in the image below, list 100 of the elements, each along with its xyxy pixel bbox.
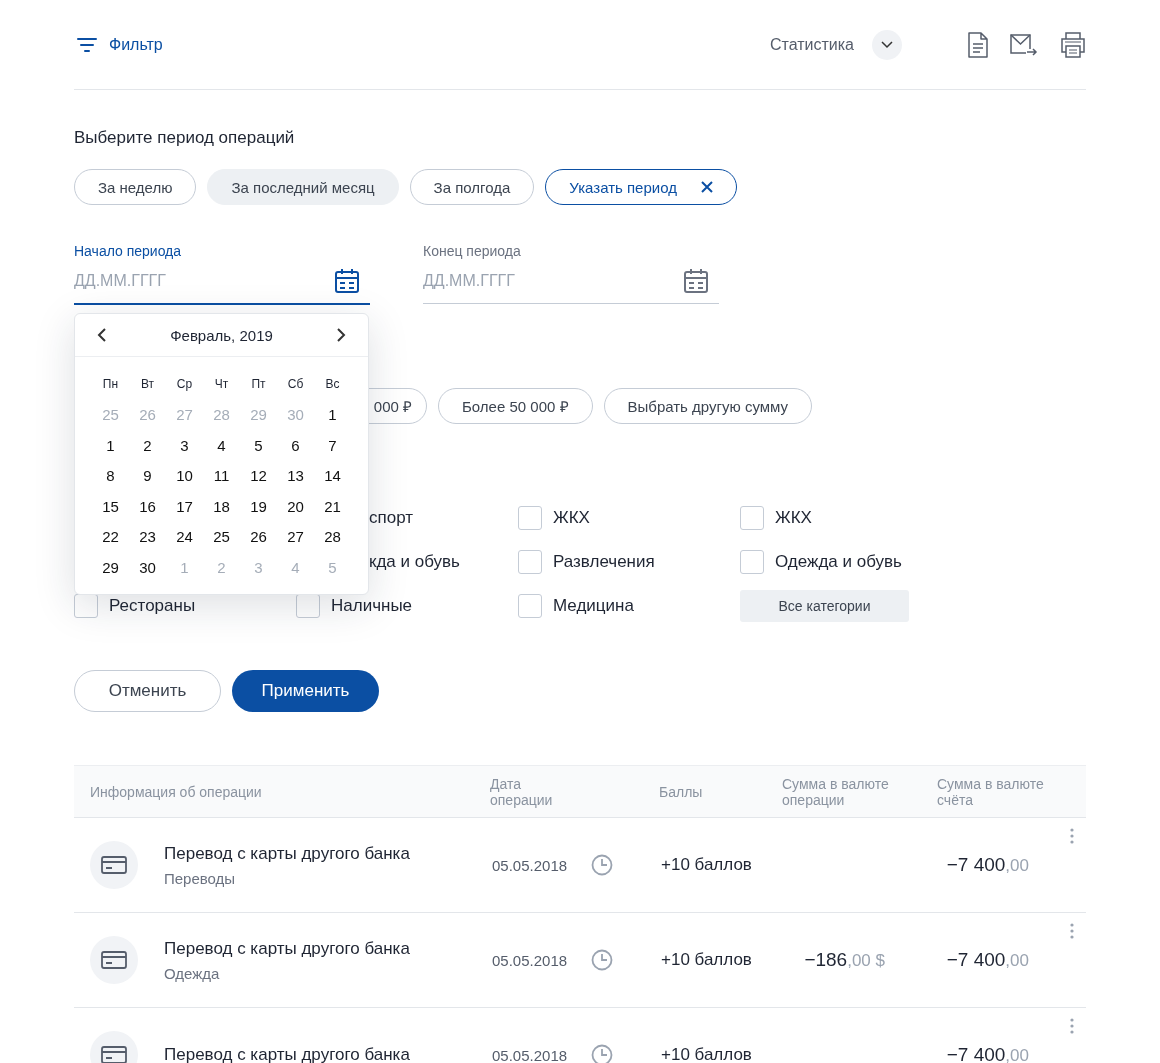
- calendar-day[interactable]: 3: [166, 436, 203, 454]
- amount-chip[interactable]: Более 50 000 ₽: [438, 388, 593, 424]
- points-value: +10 баллов: [660, 950, 753, 970]
- operation-amount: −186,00 $: [804, 949, 885, 971]
- calendar-day[interactable]: 27: [277, 528, 314, 546]
- calendar-day[interactable]: 18: [203, 497, 240, 515]
- calendar-day[interactable]: 9: [129, 467, 166, 485]
- card-icon: [90, 936, 138, 984]
- category-checkbox[interactable]: Развлечения: [518, 540, 740, 584]
- weekday-label: Сб: [286, 377, 305, 392]
- document-icon[interactable]: [968, 31, 988, 58]
- calendar-day[interactable]: 1: [314, 406, 351, 424]
- previous-icon[interactable]: [97, 328, 107, 342]
- calendar-icon[interactable]: [334, 268, 360, 294]
- calendar-day[interactable]: 11: [203, 467, 240, 485]
- account-amount: −7 400,00: [946, 854, 1029, 876]
- operation-date: 05.05.2018: [492, 856, 568, 874]
- column-header: Сумма в валюте счёта: [937, 775, 1045, 808]
- category-checkbox[interactable]: Медицина: [518, 584, 740, 628]
- calendar-day[interactable]: 20: [277, 497, 314, 515]
- points-value: +10 баллов: [660, 855, 753, 875]
- calendar-icon[interactable]: [683, 268, 709, 294]
- operation-date: 05.05.2018: [492, 1046, 568, 1063]
- month-title: Февраль, 2019: [170, 326, 273, 344]
- calendar-day[interactable]: 29: [92, 558, 129, 576]
- points-value: +10 баллов: [660, 1045, 753, 1063]
- calendar-day[interactable]: 28: [314, 528, 351, 546]
- calendar-day[interactable]: 10: [166, 467, 203, 485]
- amount-chip[interactable]: Выбрать другую сумму: [603, 388, 813, 424]
- calendar-day[interactable]: 2: [129, 436, 166, 454]
- calendar-day[interactable]: 21: [314, 497, 351, 515]
- operation-title: Перевод с карты другого банка: [164, 938, 410, 959]
- period-chip[interactable]: За неделю: [74, 169, 197, 205]
- operation-category: Одежда: [164, 964, 221, 982]
- weekday-label: Вс: [324, 377, 341, 392]
- category-label: кда и обувь: [369, 552, 460, 572]
- calendar-day[interactable]: 1: [92, 436, 129, 454]
- clock-icon: [591, 1044, 614, 1063]
- checkbox[interactable]: [518, 550, 542, 574]
- card-icon: [90, 841, 138, 889]
- period-chip[interactable]: Указать период: [545, 169, 737, 205]
- category-checkbox[interactable]: ЖКХ: [518, 496, 740, 540]
- calendar-day[interactable]: 25: [203, 528, 240, 546]
- section-title: Выберите период операций: [74, 128, 296, 148]
- calendar-day[interactable]: 13: [277, 467, 314, 485]
- calendar-day[interactable]: 7: [314, 436, 351, 454]
- filter-icon: [77, 37, 97, 52]
- cancel-button[interactable]: Отменить: [74, 670, 221, 712]
- calendar-day[interactable]: 22: [92, 528, 129, 546]
- calendar-day[interactable]: 12: [240, 467, 277, 485]
- column-header: Баллы: [659, 783, 703, 800]
- calendar-day[interactable]: 30: [129, 558, 166, 576]
- checkbox[interactable]: [518, 506, 542, 530]
- checkbox[interactable]: [518, 594, 542, 618]
- more-icon[interactable]: [1069, 923, 1074, 939]
- period-chip[interactable]: За полгода: [409, 169, 535, 205]
- more-icon[interactable]: [1069, 1018, 1074, 1034]
- field-label: Конец периода: [423, 243, 522, 259]
- checkbox[interactable]: [740, 506, 764, 530]
- calendar-day[interactable]: 14: [314, 467, 351, 485]
- printer-icon[interactable]: [1060, 31, 1086, 58]
- calendar-day[interactable]: 6: [277, 436, 314, 454]
- dropdown-button[interactable]: [872, 29, 902, 60]
- account-amount: −7 400,00: [946, 949, 1029, 971]
- calendar-day[interactable]: 17: [166, 497, 203, 515]
- calendar-day[interactable]: 4: [203, 436, 240, 454]
- weekday-label: Пн: [101, 377, 120, 392]
- apply-button[interactable]: Применить: [232, 670, 379, 712]
- calendar-day[interactable]: 15: [92, 497, 129, 515]
- weekday-label: Ср: [175, 377, 194, 392]
- more-icon[interactable]: [1069, 828, 1074, 844]
- weekday-label: Чт: [213, 377, 230, 392]
- category-checkbox[interactable]: ЖКХ: [740, 496, 962, 540]
- mail-send-icon[interactable]: [1010, 33, 1038, 56]
- period-chip[interactable]: За последний месяц: [207, 169, 399, 205]
- filter-button[interactable]: Фильтр: [74, 35, 163, 54]
- category-checkbox[interactable]: Одежда и обувь: [740, 540, 962, 584]
- calendar-day[interactable]: 16: [129, 497, 166, 515]
- field-label: Начало периода: [74, 243, 183, 259]
- operation-category: Переводы: [164, 869, 237, 887]
- operation-date: 05.05.2018: [492, 951, 568, 969]
- operation-title: Перевод с карты другого банка: [164, 843, 410, 864]
- calendar-day[interactable]: 19: [240, 497, 277, 515]
- calendar-day[interactable]: 23: [129, 528, 166, 546]
- operation-title: Перевод с карты другого банка: [164, 1045, 410, 1063]
- column-header: Сумма в валюте операции: [782, 775, 890, 808]
- account-amount: −7 400,00: [946, 1044, 1029, 1063]
- chevron-down-icon: [881, 40, 893, 49]
- calendar-day[interactable]: 24: [166, 528, 203, 546]
- calendar-day[interactable]: 5: [240, 436, 277, 454]
- close-icon[interactable]: [700, 181, 713, 193]
- checkbox[interactable]: [740, 550, 764, 574]
- calendar-day[interactable]: 8: [92, 467, 129, 485]
- column-header: Дата операции: [490, 775, 554, 808]
- all-categories-button[interactable]: Все категории: [740, 590, 909, 622]
- column-header: Информация об операции: [89, 783, 262, 800]
- clock-icon: [591, 949, 614, 971]
- next-icon[interactable]: [336, 328, 346, 342]
- calendar-day[interactable]: 26: [240, 528, 277, 546]
- category-label: спорт: [369, 508, 414, 528]
